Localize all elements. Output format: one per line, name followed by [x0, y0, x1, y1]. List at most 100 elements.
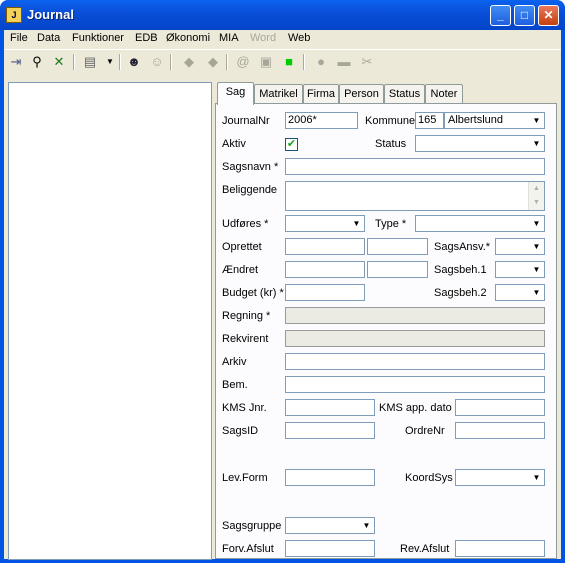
forvafslut-field[interactable] [285, 540, 375, 557]
menu-mia[interactable]: MIA [219, 32, 239, 44]
chevron-down-icon[interactable]: ▼ [529, 216, 544, 231]
excel-export-icon[interactable]: ✕ [50, 53, 68, 71]
aktiv-label: Aktiv [222, 138, 246, 150]
levform-field[interactable] [285, 469, 375, 486]
oprettet-by-field[interactable] [367, 238, 428, 255]
revafslut-field[interactable] [455, 540, 545, 557]
sagsbeh2-dropdown[interactable]: ▼ [495, 284, 545, 301]
journal-app-icon[interactable]: J [6, 7, 22, 23]
status-dropdown[interactable]: ▼ [415, 135, 545, 152]
kommune-name: Albertslund [448, 114, 504, 126]
aendret-by-field[interactable] [367, 261, 428, 278]
sagsbeh1-dropdown[interactable]: ▼ [495, 261, 545, 278]
bem-label: Bem. [222, 379, 248, 391]
close-button[interactable]: ✕ [538, 5, 559, 26]
tab-noter[interactable]: Noter [425, 84, 463, 104]
dropdown-arrow-icon[interactable]: ▼ [101, 53, 119, 71]
kmsjnr-field[interactable] [285, 399, 375, 416]
sagsbeh2-label: Sagsbeh.2 [434, 287, 487, 299]
eraser-icon[interactable]: ◆ [180, 53, 198, 71]
ordrenr-label: OrdreNr [405, 425, 445, 437]
journalnr-label: JournalNr [222, 115, 270, 127]
sagsid-field[interactable] [285, 422, 375, 439]
revafslut-label: Rev.Afslut [400, 543, 450, 555]
eraser2-icon[interactable]: ◆ [204, 53, 222, 71]
udfores-dropdown[interactable]: ▼ [285, 215, 365, 232]
search-icon[interactable]: ⚲ [28, 53, 46, 71]
aendret-date-field[interactable] [285, 261, 365, 278]
kommune-label: Kommune [365, 115, 416, 127]
budget-field[interactable] [285, 284, 365, 301]
koordsys-dropdown[interactable]: ▼ [455, 469, 545, 486]
ordrenr-field[interactable] [455, 422, 545, 439]
chevron-down-icon[interactable]: ▼ [349, 216, 364, 231]
beliggende-textarea[interactable]: ▲ ▼ [285, 181, 545, 211]
image-icon[interactable]: ▣ [257, 53, 275, 71]
journalnr-field[interactable]: 2006* [285, 112, 358, 129]
window-title: Journal [27, 7, 74, 22]
maximize-button[interactable]: □ [514, 5, 535, 26]
chevron-down-icon[interactable]: ▼ [529, 136, 544, 151]
email-icon[interactable]: @ [234, 53, 252, 71]
sag-tab-panel: JournalNr 2006* Kommune 165 Albertslund ▼… [215, 103, 557, 559]
arkiv-label: Arkiv [222, 356, 247, 368]
menu-bar: File Data Funktioner EDB Økonomi MIA Wor… [4, 30, 561, 48]
grid-view-icon[interactable]: ▤ [81, 53, 99, 71]
sagsnavn-label: Sagsnavn * [222, 161, 279, 173]
stamp-icon[interactable]: ▬ [335, 53, 353, 71]
arkiv-field[interactable] [285, 353, 545, 370]
menu-funktioner[interactable]: Funktioner [72, 32, 124, 44]
sagsid-label: SagsID [222, 425, 259, 437]
forvafslut-label: Forv.Afslut [222, 543, 274, 555]
scroll-down-icon[interactable]: ▼ [529, 196, 544, 210]
type-label: Type * [375, 218, 407, 230]
insert-row-icon[interactable]: ⇥ [7, 53, 25, 71]
beliggende-scrollbar[interactable]: ▲ ▼ [528, 182, 544, 210]
chevron-down-icon[interactable]: ▼ [529, 239, 544, 254]
green-square-icon[interactable]: ■ [280, 53, 298, 71]
rekvirent-label: Rekvirent [222, 333, 269, 345]
menu-okonomi[interactable]: Økonomi [166, 32, 210, 44]
sagsansv-label: SagsAnsv.* [434, 241, 491, 253]
chevron-down-icon[interactable]: ▼ [529, 113, 544, 128]
left-list-pane[interactable] [8, 82, 212, 560]
user-icon[interactable]: ☻ [125, 53, 143, 71]
bem-field[interactable] [285, 376, 545, 393]
menu-web[interactable]: Web [288, 32, 310, 44]
rekvirent-field[interactable] [285, 330, 545, 347]
menu-data[interactable]: Data [37, 32, 60, 44]
tools-icon[interactable]: ✂ [358, 53, 376, 71]
kmsjnr-label: KMS Jnr. [222, 402, 267, 414]
regning-field[interactable] [285, 307, 545, 324]
sagsansv-dropdown[interactable]: ▼ [495, 238, 545, 255]
chevron-down-icon[interactable]: ▼ [359, 518, 374, 533]
kommune-code-field[interactable]: 165 [415, 112, 444, 129]
chevron-down-icon[interactable]: ▼ [529, 262, 544, 277]
title-bar[interactable]: J Journal _ □ ✕ [0, 0, 565, 30]
aktiv-checkbox[interactable]: ✔ [285, 138, 298, 151]
tab-firma[interactable]: Firma [303, 84, 339, 104]
kmsapp-field[interactable] [455, 399, 545, 416]
piggybank-icon[interactable]: ● [312, 53, 330, 71]
client-area: File Data Funktioner EDB Økonomi MIA Wor… [4, 30, 561, 560]
minimize-button[interactable]: _ [490, 5, 511, 26]
toolbar-separator [303, 54, 305, 70]
chevron-down-icon[interactable]: ▼ [529, 470, 544, 485]
oprettet-date-field[interactable] [285, 238, 365, 255]
menu-edb[interactable]: EDB [135, 32, 158, 44]
scroll-up-icon[interactable]: ▲ [529, 182, 544, 196]
toolbar-separator [119, 54, 121, 70]
sagsnavn-field[interactable] [285, 158, 545, 175]
chevron-down-icon[interactable]: ▼ [529, 285, 544, 300]
user-disabled-icon[interactable]: ☺ [148, 53, 166, 71]
sagsgruppe-dropdown[interactable]: ▼ [285, 517, 375, 534]
menu-file[interactable]: File [10, 32, 28, 44]
type-dropdown[interactable]: ▼ [415, 215, 545, 232]
tab-status[interactable]: Status [384, 84, 425, 104]
menu-word[interactable]: Word [250, 32, 276, 44]
tab-matrikel[interactable]: Matrikel [254, 84, 303, 104]
toolbar-separator [226, 54, 228, 70]
kommune-dropdown[interactable]: Albertslund ▼ [444, 112, 545, 129]
tab-person[interactable]: Person [339, 84, 384, 104]
tab-sag[interactable]: Sag [217, 82, 254, 105]
